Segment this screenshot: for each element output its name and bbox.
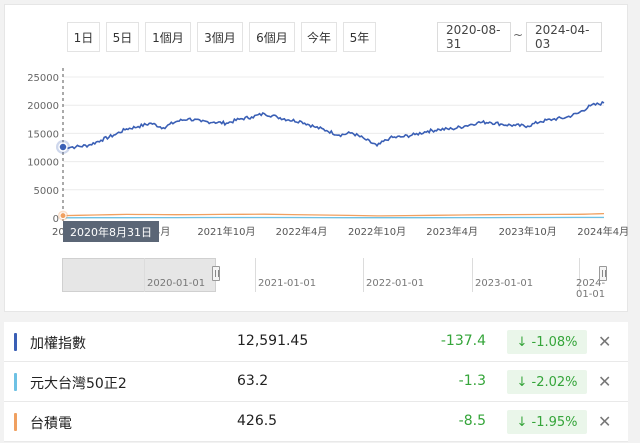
x-tick-label: 2022年4月 [276, 225, 328, 238]
series-color-bar [14, 413, 17, 431]
chart-grid [62, 68, 604, 222]
remove-row-icon[interactable]: ✕ [598, 412, 611, 431]
row-price: 426.5 [237, 413, 278, 429]
row-name: 台積電 [30, 416, 72, 432]
watchlist-row-etf50[interactable]: 元大台灣50正2 63.2 -1.3 ↓ -2.02% ✕ [4, 362, 628, 402]
row-change: -137.4 [440, 333, 486, 349]
navigator-gridline [144, 258, 145, 292]
row-percent-badge: ↓ -1.08% [507, 330, 587, 354]
y-tick-label: 15000 [27, 129, 59, 140]
watchlist-row-tsmc[interactable]: 台積電 426.5 -8.5 ↓ -1.95% ✕ [4, 402, 628, 442]
navigator-tick-label: 2023-01-01 [475, 278, 534, 289]
y-tick-label: 20000 [27, 101, 59, 112]
series-color-bar [14, 373, 17, 391]
y-tick-label: 25000 [27, 73, 59, 84]
row-percent-badge: ↓ -2.02% [507, 370, 587, 394]
navigator-gridline [255, 258, 256, 292]
navigator-tick-label: 2021-01-01 [258, 278, 317, 289]
watchlist: 加權指數 12,591.45 -137.4 ↓ -1.08% ✕ 元大台灣50正… [4, 322, 628, 442]
x-tick-label: 2021年10月 [197, 225, 255, 238]
navigator-tick-label: 2020-01-01 [147, 278, 206, 289]
row-change: -1.3 [458, 373, 486, 389]
navigator-tick-label: 2024-01-01 [576, 278, 606, 300]
navigator-right-handle[interactable] [599, 266, 607, 281]
y-tick-label: 5000 [34, 186, 59, 197]
row-change: -8.5 [458, 413, 486, 429]
y-axis: 2500020000150001000050000 [27, 73, 59, 225]
crosshair-date-tooltip: 2020年8月31日 [63, 221, 159, 242]
series-color-bar [14, 333, 17, 351]
range-navigator[interactable]: 2020-01-01 2021-01-01 2022-01-01 2023-01… [62, 258, 608, 300]
x-tick-label: 2024年4月 [577, 225, 629, 238]
row-price: 12,591.45 [237, 333, 309, 349]
x-tick-label: 2023年10月 [499, 225, 557, 238]
remove-row-icon[interactable]: ✕ [598, 372, 611, 391]
x-tick-label: 2022年10月 [348, 225, 406, 238]
hover-marker [58, 142, 68, 152]
series-line-0 [63, 100, 605, 150]
chart-series [62, 100, 605, 219]
row-name: 加權指數 [30, 336, 86, 352]
navigator-tick-label: 2022-01-01 [366, 278, 425, 289]
row-price: 63.2 [237, 373, 269, 389]
series-line-2 [62, 212, 605, 217]
row-name: 元大台灣50正2 [30, 376, 127, 392]
hover-marker [59, 212, 67, 220]
row-percent-badge: ↓ -1.95% [507, 410, 587, 434]
watchlist-row-taiex[interactable]: 加權指數 12,591.45 -137.4 ↓ -1.08% ✕ [4, 322, 628, 362]
x-tick-label: 2023年4月 [426, 225, 478, 238]
navigator-gridline [363, 258, 364, 292]
navigator-left-handle[interactable] [212, 266, 220, 281]
remove-row-icon[interactable]: ✕ [598, 332, 611, 351]
navigator-gridline [472, 258, 473, 292]
y-tick-label: 10000 [27, 158, 59, 169]
